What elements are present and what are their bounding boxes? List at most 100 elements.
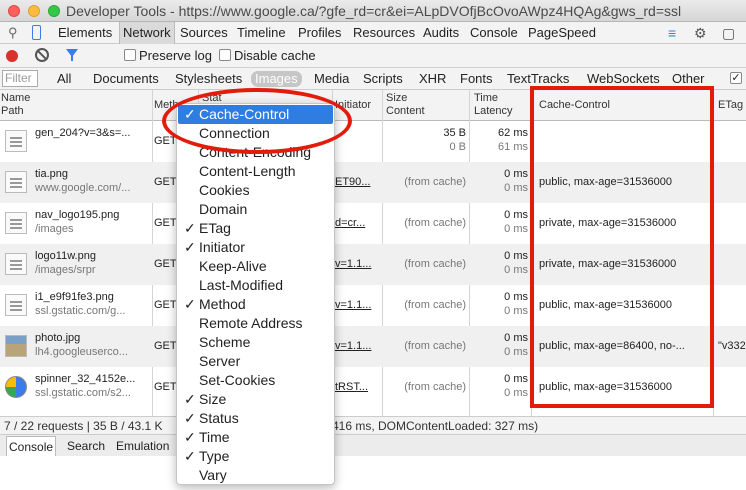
request-latency: 0 ms (504, 305, 528, 317)
menu-item-time[interactable]: ✓ Time (178, 428, 333, 447)
menu-item-method[interactable]: ✓ Method (178, 295, 333, 314)
filter-stylesheets[interactable]: Stylesheets (175, 71, 242, 87)
disable-cache-checkbox[interactable] (219, 49, 231, 61)
request-time: 0 ms (504, 291, 528, 303)
request-summary: 7 / 22 requests | 35 B / 43.1 K (4, 419, 163, 433)
inspect-element-icon[interactable]: ⚲ (8, 26, 22, 40)
request-latency: 61 ms (498, 141, 528, 153)
request-method: GET (154, 217, 177, 229)
menu-item-content-length[interactable]: Content-Length (178, 162, 333, 181)
resource-thumbnail (5, 335, 27, 357)
menu-item-scheme[interactable]: Scheme (178, 333, 333, 352)
request-etag: "v332... (718, 340, 746, 352)
drawer-tab-search[interactable]: Search (67, 439, 105, 453)
request-initiator[interactable]: tRST... (335, 381, 383, 394)
tab-audits[interactable]: Audits (423, 25, 459, 41)
tab-elements[interactable]: Elements (58, 25, 112, 41)
tab-profiles[interactable]: Profiles (298, 25, 341, 41)
request-method: GET (154, 299, 177, 311)
request-time: 0 ms (504, 209, 528, 221)
drawer-tab-bar: Console Search Emulation (0, 434, 746, 456)
request-initiator[interactable]: v=1.1... (335, 340, 383, 353)
request-name: tia.png (35, 168, 69, 180)
resource-thumbnail (5, 376, 27, 398)
filter-scripts[interactable]: Scripts (363, 71, 403, 87)
filter-input[interactable]: Filter (2, 70, 38, 87)
request-initiator[interactable]: ET90... (335, 176, 383, 189)
tab-timeline[interactable]: Timeline (237, 25, 286, 41)
filter-images[interactable]: Images (251, 71, 302, 87)
menu-item-last-modified[interactable]: Last-Modified (178, 276, 333, 295)
filter-websockets[interactable]: WebSockets (587, 71, 660, 87)
checkmark-icon: ✓ (184, 220, 196, 236)
tab-resources[interactable]: Resources (353, 25, 415, 41)
settings-gear-icon[interactable]: ⚙ (694, 25, 707, 41)
filter-all[interactable]: All (57, 71, 71, 87)
tab-network[interactable]: Network (119, 22, 175, 44)
request-path: /images/srpr (35, 264, 96, 276)
network-toolbar: Preserve log Disable cache (0, 44, 746, 68)
filter-other[interactable]: Other (672, 71, 705, 87)
request-initiator[interactable]: v=1.1... (335, 299, 383, 312)
zoom-window-button[interactable] (48, 5, 60, 17)
menu-item-cookies[interactable]: Cookies (178, 181, 333, 200)
request-time: 0 ms (504, 168, 528, 180)
request-latency: 0 ms (504, 264, 528, 276)
preserve-log-checkbox[interactable] (124, 49, 136, 61)
col-time-header[interactable]: Time Latency (474, 92, 513, 118)
hide-data-urls-checkbox[interactable]: ✓ (730, 72, 742, 84)
filter-xhr[interactable]: XHR (419, 71, 446, 87)
request-path: lh4.googleuserco... (35, 346, 128, 358)
drawer-toggle-icon[interactable]: ≡ (668, 25, 676, 41)
tab-pagespeed[interactable]: PageSpeed (528, 25, 596, 41)
close-window-button[interactable] (8, 5, 20, 17)
tab-sources[interactable]: Sources (180, 25, 228, 41)
request-method: GET (154, 381, 177, 393)
checkmark-icon: ✓ (184, 296, 196, 312)
load-timing-summary: 416 ms, DOMContentLoaded: 327 ms) (332, 419, 539, 433)
request-size: (from cache) (404, 176, 466, 188)
status-bar: 7 / 22 requests | 35 B / 43.1 K 416 ms, … (0, 416, 746, 434)
request-name: i1_e9f91fe3.png (35, 291, 114, 303)
filter-texttracks[interactable]: TextTracks (507, 71, 569, 87)
menu-item-remote-address[interactable]: Remote Address (178, 314, 333, 333)
col-size-header[interactable]: Size Content (386, 92, 425, 118)
filter-fonts[interactable]: Fonts (460, 71, 493, 87)
filter-icon[interactable] (66, 49, 78, 61)
menu-item-type[interactable]: ✓ Type (178, 447, 333, 466)
resource-thumbnail (5, 294, 27, 316)
filter-documents[interactable]: Documents (93, 71, 159, 87)
drawer-tab-console[interactable]: Console (6, 436, 57, 456)
menu-item-size[interactable]: ✓ Size (178, 390, 333, 409)
menu-item-domain[interactable]: Domain (178, 200, 333, 219)
menu-item-status[interactable]: ✓ Status (178, 409, 333, 428)
checkmark-icon: ✓ (184, 239, 196, 255)
menu-item-etag[interactable]: ✓ ETag (178, 219, 333, 238)
cache-control-highlight-ellipse (162, 88, 352, 154)
dock-side-icon[interactable]: ▢ (722, 25, 735, 41)
menu-item-server[interactable]: Server (178, 352, 333, 371)
request-size: 35 B (443, 127, 466, 139)
request-name: photo.jpg (35, 332, 81, 344)
panel-tab-bar: ⚲ Elements Network Sources Timeline Prof… (0, 22, 746, 44)
menu-item-keep-alive[interactable]: Keep-Alive (178, 257, 333, 276)
preserve-log-label: Preserve log (139, 48, 212, 63)
menu-item-set-cookies[interactable]: Set-Cookies (178, 371, 333, 390)
minimize-window-button[interactable] (28, 5, 40, 17)
menu-item-vary[interactable]: Vary (178, 466, 333, 485)
request-size: (from cache) (404, 340, 466, 352)
menu-item-initiator[interactable]: ✓ Initiator (178, 238, 333, 257)
device-mode-icon[interactable] (32, 25, 41, 40)
request-size: (from cache) (404, 258, 466, 270)
col-etag-header[interactable]: ETag (718, 99, 743, 112)
drawer-tab-emulation[interactable]: Emulation (116, 439, 169, 453)
request-initiator[interactable]: d=cr... (335, 217, 383, 230)
console-area[interactable] (0, 456, 746, 490)
tab-console[interactable]: Console (470, 25, 518, 41)
col-name-header[interactable]: Name Path (1, 92, 30, 118)
request-initiator[interactable]: v=1.1... (335, 258, 383, 271)
filter-media[interactable]: Media (314, 71, 349, 87)
clear-icon[interactable] (35, 48, 49, 62)
record-icon[interactable] (6, 50, 18, 62)
request-content-size: 0 B (449, 141, 466, 153)
